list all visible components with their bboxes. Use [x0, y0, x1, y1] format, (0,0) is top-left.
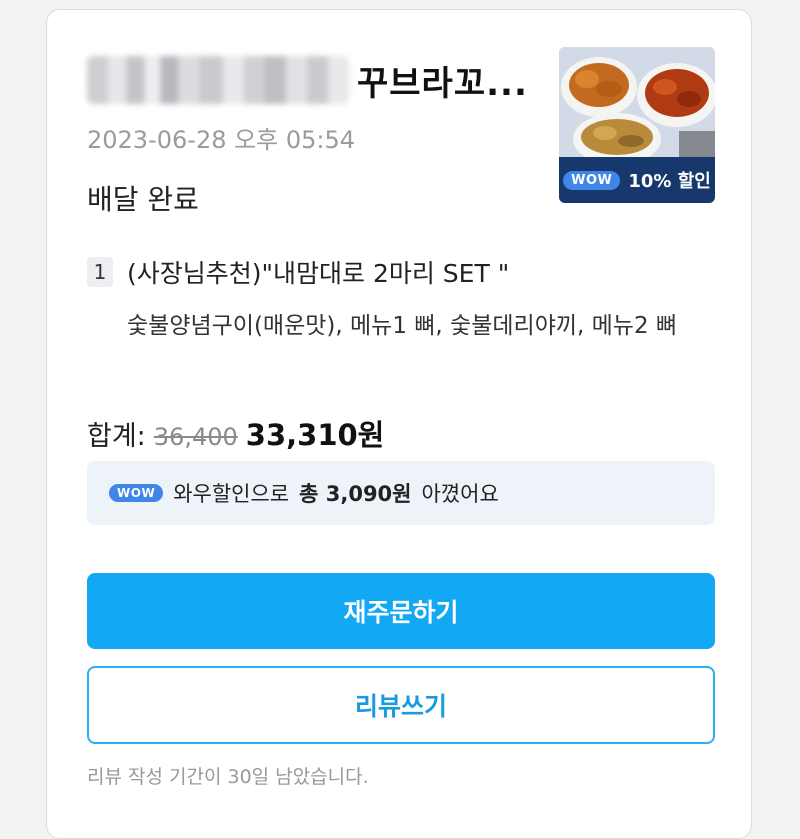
food-image [559, 47, 715, 157]
store-name[interactable]: 꾸브라꼬... [357, 56, 528, 105]
order-total: 합계: 36,400 33,310원 [87, 412, 384, 454]
savings-amount: 총 3,090원 [299, 482, 412, 506]
order-status: 배달 완료 [87, 183, 199, 216]
discount-text: 10% 할인 [628, 171, 711, 192]
final-price: 33,310원 [245, 418, 385, 452]
store-name-row[interactable]: 꾸브라꼬... [87, 52, 528, 108]
item-options: 숯불양념구이(매운맛), 메뉴1 뼈, 숯불데리야끼, 메뉴2 뼈 [127, 313, 678, 339]
redacted-store-prefix [87, 56, 349, 104]
item-name: (사장님추천)"내맘대로 2마리 SET " [127, 259, 510, 288]
wow-badge: WOW [109, 484, 164, 502]
savings-suffix: 아꼈어요 [421, 482, 499, 506]
wow-badge: WOW [563, 170, 621, 190]
review-period-note: 리뷰 작성 기간이 30일 남았습니다. [87, 766, 369, 788]
total-label: 합계: [87, 421, 146, 452]
store-thumbnail[interactable]: WOW 10% 할인 [559, 47, 715, 203]
item-quantity: 1 [87, 257, 113, 287]
reorder-button[interactable]: 재주문하기 [87, 573, 715, 649]
wow-discount-banner: WOW 10% 할인 [559, 157, 715, 203]
order-date: 2023-06-28 오후 05:54 [87, 126, 356, 154]
savings-prefix: 와우할인으로 [173, 482, 290, 506]
order-card: 꾸브라꼬... 2023-06-28 오후 05:54 WOW 10% 할인 배… [46, 9, 752, 839]
savings-banner: WOW 와우할인으로 총 3,090원 아꼈어요 [87, 461, 715, 525]
write-review-button[interactable]: 리뷰쓰기 [87, 666, 715, 744]
original-price: 36,400 [153, 423, 238, 451]
